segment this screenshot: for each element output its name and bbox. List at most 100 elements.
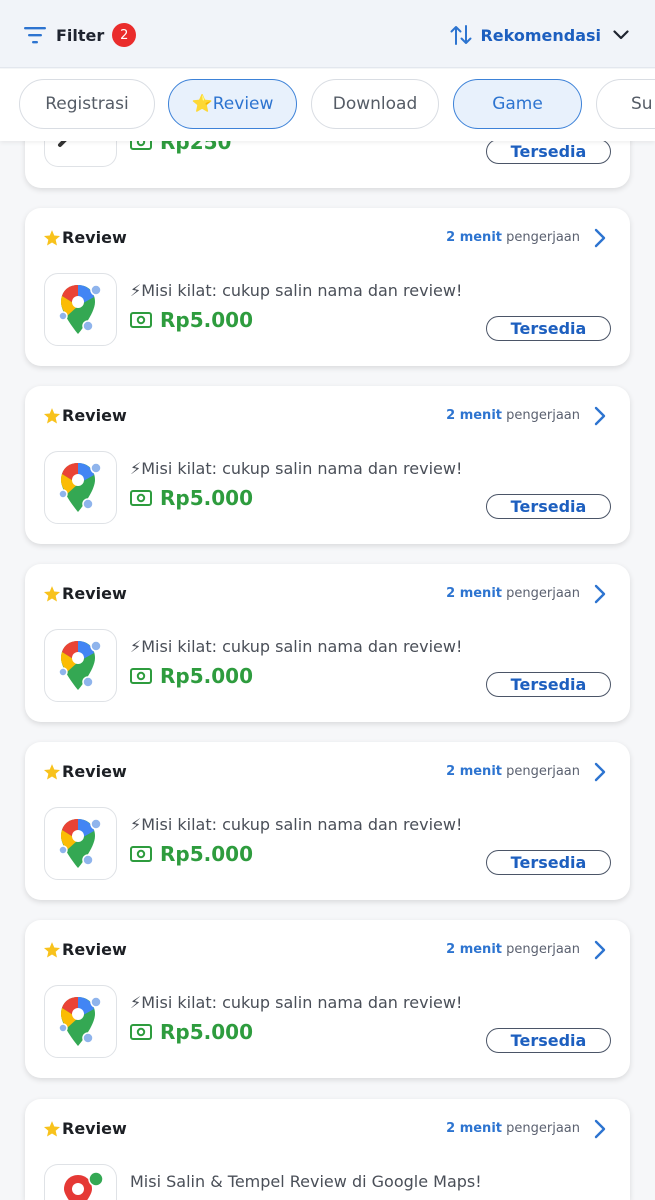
google-maps-pin-icon — [57, 283, 102, 334]
google-maps-pin-icon — [57, 817, 102, 868]
duration-value: 2 menit — [446, 586, 502, 601]
duration-value: 2 menit — [446, 764, 502, 779]
card-title: Review — [43, 228, 127, 247]
task-description: ⚡Misi kilat: cukup salin nama dan review… — [130, 281, 463, 300]
status-badge[interactable]: Tersedia — [486, 850, 611, 875]
category-chips: Registrasi ⭐Review Download Game Su — [0, 69, 655, 141]
task-description: ⚡Misi kilat: cukup salin nama dan review… — [130, 459, 463, 478]
app-icon — [44, 273, 117, 346]
task-card[interactable]: Review 2 menit pengerjaan ⚡Misi kilat: c… — [25, 742, 630, 900]
chevron-down-icon — [613, 30, 629, 40]
duration-suffix: pengerjaan — [506, 764, 580, 779]
app-icon — [44, 451, 117, 524]
google-maps-pin-icon — [57, 639, 102, 690]
card-title-text: Review — [62, 584, 127, 603]
chip-registrasi[interactable]: Registrasi — [19, 79, 155, 129]
duration-suffix: pengerjaan — [506, 230, 580, 245]
task-description: ⚡Misi kilat: cukup salin nama dan review… — [130, 993, 463, 1012]
app-icon — [44, 985, 117, 1058]
duration: 2 menit pengerjaan — [446, 764, 580, 779]
chevron-right-icon[interactable] — [592, 762, 608, 782]
status-badge[interactable]: Tersedia — [486, 672, 611, 697]
reward: Rp5.000 — [130, 842, 253, 866]
reward: Rp5.000 — [130, 1020, 253, 1044]
status-badge[interactable]: Tersedia — [486, 494, 611, 519]
star-icon — [43, 763, 61, 779]
status-badge[interactable]: Tersedia — [486, 1028, 611, 1053]
task-description: Misi Salin & Tempel Review di Google Map… — [130, 1172, 482, 1191]
chevron-right-icon[interactable] — [592, 584, 608, 604]
duration-value: 2 menit — [446, 230, 502, 245]
chevron-right-icon[interactable] — [592, 940, 608, 960]
reward-amount: Rp5.000 — [160, 308, 253, 332]
star-icon — [43, 1120, 61, 1136]
reward-amount: Rp5.000 — [160, 842, 253, 866]
task-card[interactable]: Review 2 menit pengerjaan ⚡Misi kilat: c… — [25, 386, 630, 544]
card-title-text: Review — [62, 762, 127, 781]
chevron-right-icon[interactable] — [592, 1119, 608, 1139]
filter-button[interactable]: Filter 2 — [24, 20, 137, 50]
card-title: Review — [43, 1119, 127, 1138]
card-title-text: Review — [62, 406, 127, 425]
reward: Rp5.000 — [130, 664, 253, 688]
sort-label: Rekomendasi — [480, 25, 601, 45]
money-icon — [130, 846, 152, 862]
task-description: ⚡Misi kilat: cukup salin nama dan review… — [130, 637, 463, 656]
google-maps-pin-icon — [57, 995, 102, 1046]
filter-lines-icon — [24, 27, 46, 44]
chip-game[interactable]: Game — [453, 79, 582, 129]
card-title: Review — [43, 584, 127, 603]
duration: 2 menit pengerjaan — [446, 408, 580, 423]
duration-suffix: pengerjaan — [506, 942, 580, 957]
duration-suffix: pengerjaan — [506, 586, 580, 601]
star-icon — [43, 229, 61, 245]
filter-label: Filter — [56, 25, 105, 45]
duration: 2 menit pengerjaan — [446, 942, 580, 957]
status-badge[interactable]: Tersedia — [486, 139, 611, 164]
duration-suffix: pengerjaan — [506, 1121, 580, 1136]
duration: 2 menit pengerjaan — [446, 230, 580, 245]
reward: Rp5.000 — [130, 486, 253, 510]
star-icon — [43, 407, 61, 423]
card-title-text: Review — [62, 1119, 127, 1138]
card-title: Review — [43, 406, 127, 425]
card-title-text: Review — [62, 228, 127, 247]
app-icon — [44, 629, 117, 702]
reward-amount: Rp5.000 — [160, 1020, 253, 1044]
task-card[interactable]: Review 2 menit pengerjaan ⚡Misi kilat: c… — [25, 208, 630, 366]
duration-value: 2 menit — [446, 408, 502, 423]
star-icon — [43, 585, 61, 601]
money-icon — [130, 490, 152, 506]
google-maps-pin-icon — [57, 461, 102, 512]
top-bar: Filter 2 Rekomendasi — [0, 0, 655, 68]
duration-suffix: pengerjaan — [506, 408, 580, 423]
star-icon — [43, 941, 61, 957]
money-icon — [130, 1024, 152, 1040]
chip-partial[interactable]: Su — [596, 79, 655, 129]
app-icon — [44, 1164, 117, 1200]
task-card[interactable]: Review 2 menit pengerjaan Misi Salin & T… — [25, 1099, 630, 1200]
status-badge[interactable]: Tersedia — [486, 316, 611, 341]
card-title: Review — [43, 762, 127, 781]
task-description: ⚡Misi kilat: cukup salin nama dan review… — [130, 815, 463, 834]
duration-value: 2 menit — [446, 1121, 502, 1136]
chip-download[interactable]: Download — [311, 79, 439, 129]
money-icon — [130, 668, 152, 684]
duration: 2 menit pengerjaan — [446, 1121, 580, 1136]
duration-value: 2 menit — [446, 942, 502, 957]
map-pin-icon — [63, 1171, 104, 1200]
reward-amount: Rp5.000 — [160, 664, 253, 688]
task-card[interactable]: Review 2 menit pengerjaan ⚡Misi kilat: c… — [25, 564, 630, 722]
filter-count-badge: 2 — [112, 23, 137, 47]
card-title-text: Review — [62, 940, 127, 959]
sort-arrows-icon — [450, 25, 472, 45]
sort-button[interactable]: Rekomendasi — [450, 20, 629, 50]
duration: 2 menit pengerjaan — [446, 586, 580, 601]
card-title: Review — [43, 940, 127, 959]
chip-review[interactable]: ⭐Review — [168, 79, 297, 129]
chevron-right-icon[interactable] — [592, 228, 608, 248]
chevron-right-icon[interactable] — [592, 406, 608, 426]
app-icon — [44, 807, 117, 880]
task-card[interactable]: Review 2 menit pengerjaan ⚡Misi kilat: c… — [25, 920, 630, 1078]
reward-amount: Rp5.000 — [160, 486, 253, 510]
